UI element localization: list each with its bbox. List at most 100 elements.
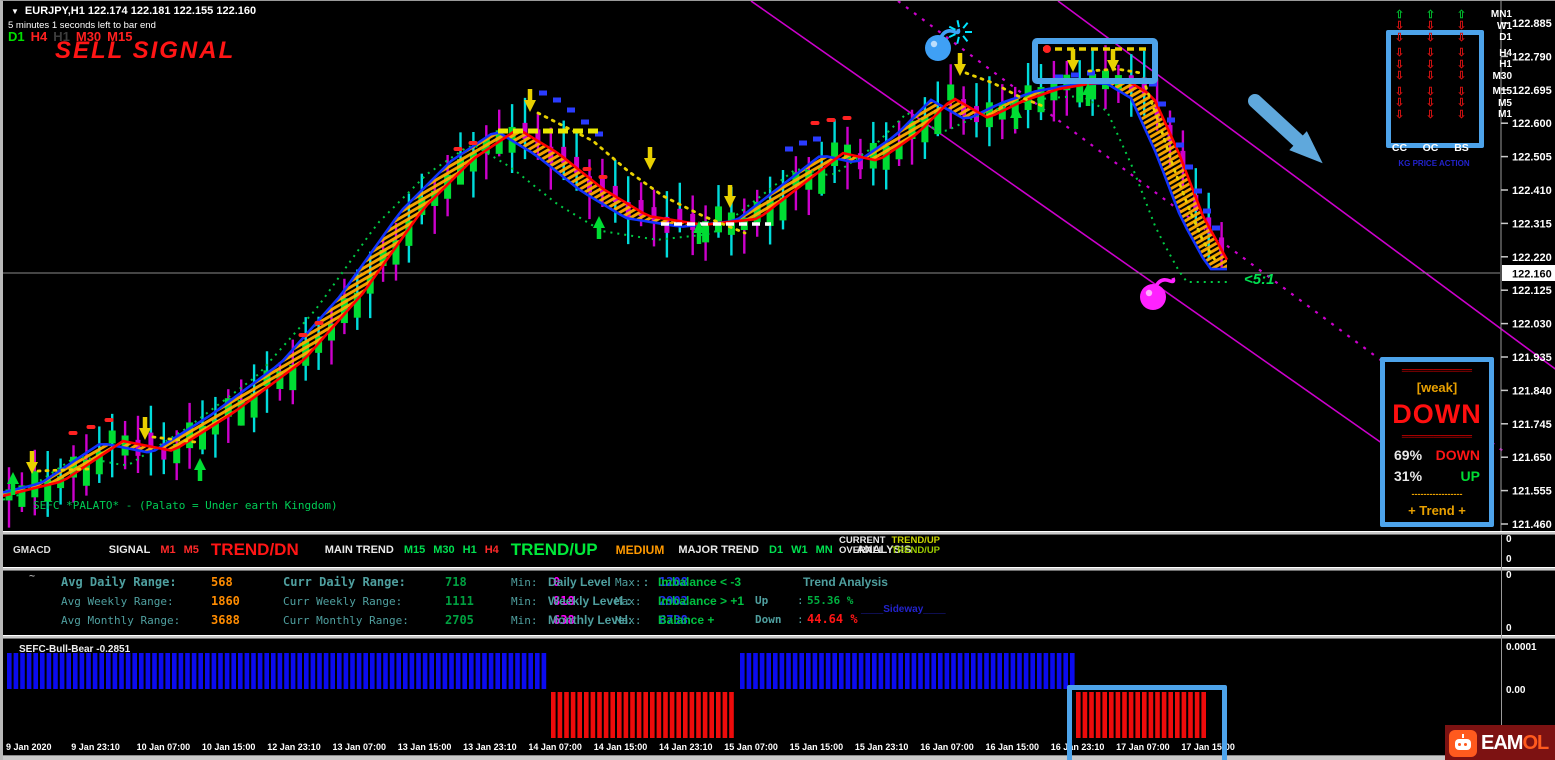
sefc-bull-bear-histogram[interactable] xyxy=(3,639,1500,739)
up-percent: 31% xyxy=(1394,468,1422,484)
kg-arrow-grid: ⇧⇧⇧MN1⇩⇩⇩W1⇩⇩⇩D1⇩⇩⇩H4⇩⇩⇩H1⇩⇩⇩M30⇩⇩⇩M15⇩⇩… xyxy=(1384,9,1514,121)
weak-label: [weak] xyxy=(1417,380,1457,395)
text-run: Imbalance < -3 xyxy=(658,575,788,589)
svg-text:122.600: 122.600 xyxy=(1512,118,1552,130)
text-run: H1 xyxy=(463,544,477,556)
kg-row-d1: ⇩⇩⇩D1 xyxy=(1384,32,1514,44)
down-arrow-icon: ⇩ xyxy=(1446,98,1477,108)
down-arrow-icon: ⇩ xyxy=(1384,60,1415,70)
down-arrow-icon: ⇩ xyxy=(1446,21,1477,31)
up-word: UP xyxy=(1461,468,1480,484)
text-run: TREND/DN xyxy=(211,540,299,560)
text-run: MEDIUM xyxy=(616,543,665,557)
text-run: Daily Level xyxy=(548,575,644,589)
text-run: D1 xyxy=(769,544,783,556)
down-arrow-icon: ⇩ xyxy=(1446,110,1477,120)
up-arrow-icon: ⇧ xyxy=(1384,10,1415,20)
down-arrow-icon: ⇩ xyxy=(1384,71,1415,81)
kg-col-bs: BS xyxy=(1446,142,1477,154)
trend-down-row: Down:44.64 % xyxy=(755,612,877,626)
panel-separator[interactable] xyxy=(3,531,1555,535)
text-run: M30 xyxy=(433,544,454,556)
text-run: Curr Weekly Range: xyxy=(283,595,445,608)
text-run: 1860 xyxy=(211,594,283,608)
kg-row-m15: ⇩⇩⇩M15 xyxy=(1384,86,1514,98)
down-arrow-icon: ⇩ xyxy=(1446,48,1477,58)
time-axis-label: 15 Jan 07:00 xyxy=(724,742,778,752)
overall-trend-state: TREND/UP xyxy=(891,546,940,556)
time-axis-label: 14 Jan 15:00 xyxy=(594,742,648,752)
down-arrow-icon: ⇩ xyxy=(1415,98,1446,108)
kg-col-oc: OC xyxy=(1415,142,1446,154)
mt4-chart-window: 122.885122.790122.695122.600122.505122.4… xyxy=(0,0,1555,760)
svg-text:121.840: 121.840 xyxy=(1512,385,1552,397)
text-run: GMACD xyxy=(13,545,51,556)
svg-text:122.030: 122.030 xyxy=(1512,319,1552,331)
time-axis-label: 14 Jan 07:00 xyxy=(528,742,582,752)
down-arrow-icon: ⇩ xyxy=(1415,48,1446,58)
svg-text:121.650: 121.650 xyxy=(1512,452,1552,464)
histogram-highlight-box xyxy=(1067,685,1227,760)
scale-zero: 0 xyxy=(1506,554,1512,565)
svg-text:122.315: 122.315 xyxy=(1512,218,1552,230)
down-arrow-icon: ⇩ xyxy=(1415,60,1446,70)
kg-price-action-panel: ⇧⇧⇧MN1⇩⇩⇩W1⇩⇩⇩D1⇩⇩⇩H4⇩⇩⇩H1⇩⇩⇩M30⇩⇩⇩M15⇩⇩… xyxy=(1384,9,1514,177)
text-run: TREND/UP xyxy=(511,540,598,560)
svg-text:122.125: 122.125 xyxy=(1512,285,1552,297)
down-arrow-icon: ⇩ xyxy=(1384,21,1415,31)
svg-text:122.695: 122.695 xyxy=(1512,85,1552,97)
svg-text:121.745: 121.745 xyxy=(1512,419,1552,431)
text-run: MAIN TREND xyxy=(325,544,394,556)
svg-text:121.460: 121.460 xyxy=(1512,519,1552,531)
text-run: MAJOR TREND xyxy=(678,544,759,556)
window-bottom-border xyxy=(3,755,1555,760)
down-arrow-icon: ⇩ xyxy=(1384,48,1415,58)
down-arrow-icon: ⇩ xyxy=(1415,110,1446,120)
level-row-weekly: Weekly Level :Imbalance > +1 xyxy=(548,594,788,608)
scale-zero: 0 xyxy=(1506,623,1512,634)
text-run: Up xyxy=(755,594,797,607)
svg-text:121.555: 121.555 xyxy=(1512,486,1552,498)
panel-handle[interactable]: ~ xyxy=(29,571,35,582)
time-axis-label: 16 Jan 07:00 xyxy=(920,742,974,752)
kg-timeframe-label: H1 xyxy=(1476,59,1512,70)
trend-footer: + Trend + xyxy=(1408,503,1466,518)
text-run: 2705 xyxy=(445,613,511,627)
text-run: 568 xyxy=(211,575,283,589)
histo-axis-mid: 0.00 xyxy=(1506,685,1525,696)
time-axis-label: 9 Jan 2020 xyxy=(6,742,52,752)
kg-timeframe-label: D1 xyxy=(1476,32,1512,43)
price-chart-canvas[interactable]: 122.885122.790122.695122.600122.505122.4… xyxy=(3,1,1555,533)
dropdown-triangle-icon[interactable]: ▼ xyxy=(11,7,19,16)
scale-zero: 0 xyxy=(1506,534,1512,545)
time-axis-label: 10 Jan 07:00 xyxy=(137,742,191,752)
trend-up-row: Up:55.36 % xyxy=(755,594,877,607)
time-axis-label: 15 Jan 15:00 xyxy=(790,742,844,752)
time-axis-label: 10 Jan 15:00 xyxy=(202,742,256,752)
scale-divider xyxy=(1501,535,1502,755)
trend-direction-label: DOWN xyxy=(1392,401,1481,427)
kg-timeframe-label: M15 xyxy=(1476,86,1512,97)
down-arrow-icon: ⇩ xyxy=(1384,87,1415,97)
kg-row-m30: ⇩⇩⇩M30 xyxy=(1384,71,1514,83)
down-arrow-icon: ⇩ xyxy=(1415,87,1446,97)
trend-strength-panel: ═══════════ [weak] DOWN ═══════════ 69%D… xyxy=(1380,357,1494,527)
text-run: M5 xyxy=(184,544,199,556)
down-percent: 69% xyxy=(1394,447,1422,463)
chart-title: ▼ EURJPY,H1 122.174 122.181 122.155 122.… xyxy=(11,5,256,17)
kg-timeframe-label: W1 xyxy=(1476,21,1512,32)
down-arrow-icon: ⇩ xyxy=(1415,21,1446,31)
text-run: 718 xyxy=(445,575,511,589)
panel-separator[interactable] xyxy=(3,567,1555,571)
histo-axis-top: 0.0001 xyxy=(1506,642,1537,653)
time-axis-label: 14 Jan 23:10 xyxy=(659,742,713,752)
gmacd-analysis-block: CURRENT TREND/UP OVERALL TREND/UP xyxy=(839,536,940,556)
time-axis-label: 9 Jan 23:10 xyxy=(71,742,120,752)
kg-caption: KG PRICE ACTION xyxy=(1384,159,1484,168)
text-run: SIGNAL xyxy=(109,544,151,556)
svg-text:122.885: 122.885 xyxy=(1512,18,1552,30)
time-axis-label: 13 Jan 15:00 xyxy=(398,742,452,752)
svg-text:121.935: 121.935 xyxy=(1512,352,1552,364)
level-row-monthly: Monthly Level:Balance + xyxy=(548,613,788,627)
text-run: Curr Monthly Range: xyxy=(283,614,445,627)
